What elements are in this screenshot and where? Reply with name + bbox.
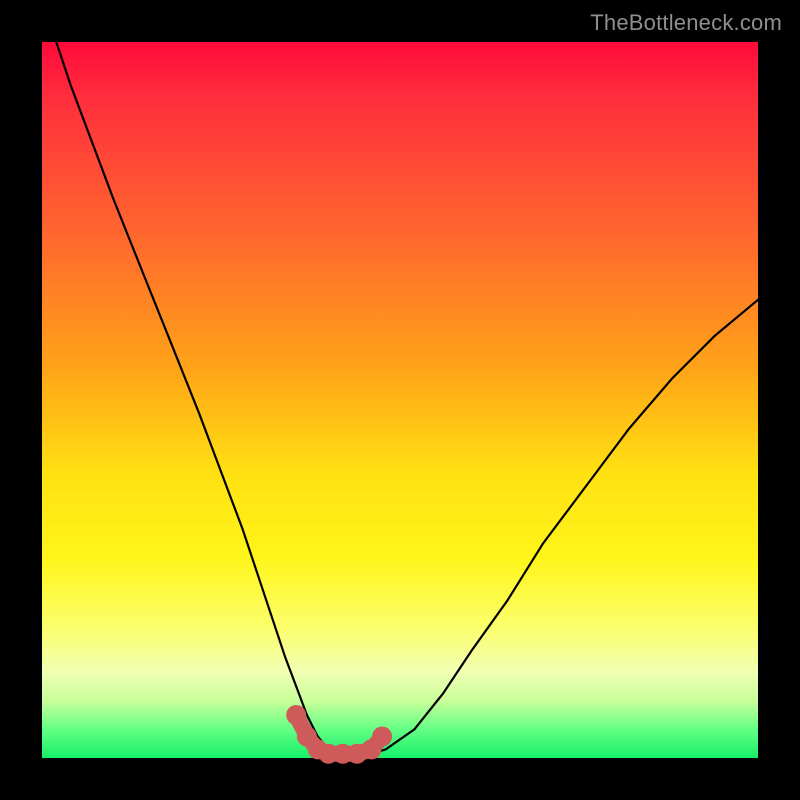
optimal-region-marker-dots [286, 705, 392, 764]
watermark-text: TheBottleneck.com [590, 10, 782, 36]
chart-frame: TheBottleneck.com [0, 0, 800, 800]
chart-plot-area [42, 42, 758, 758]
marker-dot [372, 727, 392, 747]
chart-svg [42, 42, 758, 758]
marker-dot [286, 705, 306, 725]
bottleneck-curve [56, 42, 758, 754]
